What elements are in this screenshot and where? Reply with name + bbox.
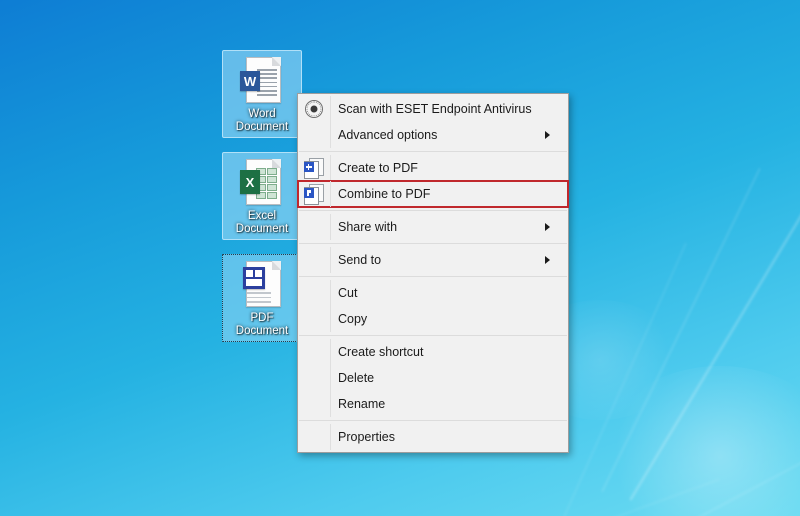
- menu-group: Cut Copy: [298, 280, 568, 332]
- wallpaper-light-streak: [662, 422, 800, 516]
- menu-item-label: Combine to PDF: [338, 187, 431, 201]
- menu-gutter-line: [330, 391, 331, 417]
- menu-item-advanced-options[interactable]: Advanced options: [298, 122, 568, 148]
- desktop-icon-label: Excel Document: [236, 210, 288, 236]
- eset-shield-icon: [298, 96, 329, 122]
- menu-item-label: Advanced options: [338, 128, 438, 142]
- menu-item-icon-slot: [298, 365, 329, 391]
- desktop-icon-label: Word Document: [236, 108, 288, 134]
- icon-label-line2: Document: [235, 325, 289, 337]
- menu-item-icon-slot: [298, 306, 329, 332]
- menu-item-share-with[interactable]: Share with: [298, 214, 568, 240]
- create-pdf-icon: [298, 155, 329, 181]
- icon-label-line2: Document: [235, 121, 289, 133]
- desktop-icon-pdf-document[interactable]: PDF Document: [222, 254, 302, 342]
- menu-item-scan-with-eset[interactable]: Scan with ESET Endpoint Antivirus: [298, 96, 568, 122]
- menu-gutter-line: [330, 280, 331, 306]
- menu-item-label: Rename: [338, 397, 386, 411]
- menu-item-create-to-pdf[interactable]: Create to PDF: [298, 155, 568, 181]
- menu-item-label: Copy: [338, 312, 368, 326]
- submenu-arrow-icon: [545, 223, 550, 231]
- pdf-document-icon: [239, 259, 285, 309]
- menu-group: Share with: [298, 214, 568, 240]
- menu-group: Create shortcut Delete Rename: [298, 339, 568, 417]
- menu-gutter-line: [330, 96, 331, 122]
- menu-group: Send to: [298, 247, 568, 273]
- menu-item-icon-slot: [298, 122, 329, 148]
- menu-item-delete[interactable]: Delete: [298, 365, 568, 391]
- menu-item-copy[interactable]: Copy: [298, 306, 568, 332]
- menu-separator: [299, 243, 567, 244]
- desktop-icon-word-document[interactable]: W Word Document: [222, 50, 302, 138]
- menu-item-label: Create to PDF: [338, 161, 418, 175]
- desktop-icon-label: PDF Document: [236, 312, 288, 338]
- menu-item-label: Delete: [338, 371, 375, 385]
- pdf-logo-badge: [243, 267, 265, 289]
- icon-label-line1: PDF: [250, 312, 274, 324]
- menu-item-icon-slot: [298, 391, 329, 417]
- menu-item-combine-to-pdf[interactable]: Combine to PDF: [297, 180, 569, 208]
- context-menu[interactable]: Scan with ESET Endpoint Antivirus Advanc…: [297, 93, 569, 453]
- menu-gutter-line: [330, 424, 331, 450]
- desktop-icon-column: W Word Document X Excel Document PDF Doc…: [222, 50, 306, 356]
- menu-group: Properties: [298, 424, 568, 450]
- menu-item-icon-slot: [298, 247, 329, 273]
- menu-gutter-line: [330, 306, 331, 332]
- menu-gutter-line: [330, 155, 331, 181]
- wallpaper-light-streak: [629, 139, 800, 501]
- menu-item-label: Scan with ESET Endpoint Antivirus: [338, 102, 532, 116]
- menu-item-label: Send to: [338, 253, 382, 267]
- menu-separator: [299, 335, 567, 336]
- menu-item-label: Cut: [338, 286, 358, 300]
- menu-gutter-line: [330, 339, 331, 365]
- wallpaper-light-streak: [601, 167, 761, 493]
- word-document-icon: W: [239, 55, 285, 105]
- menu-item-icon-slot: [298, 214, 329, 240]
- menu-gutter-line: [330, 181, 331, 207]
- menu-item-icon-slot: [298, 424, 329, 450]
- submenu-arrow-icon: [545, 256, 550, 264]
- combine-pdf-icon: [298, 181, 329, 207]
- wallpaper-light-streak: [578, 478, 720, 516]
- desktop-icon-excel-document[interactable]: X Excel Document: [222, 152, 302, 240]
- menu-item-label: Share with: [338, 220, 398, 234]
- menu-item-label: Create shortcut: [338, 345, 424, 359]
- menu-item-properties[interactable]: Properties: [298, 424, 568, 450]
- menu-group: Scan with ESET Endpoint Antivirus Advanc…: [298, 96, 568, 148]
- menu-gutter-line: [330, 247, 331, 273]
- word-logo-badge: W: [240, 71, 260, 91]
- menu-gutter-line: [330, 365, 331, 391]
- excel-logo-badge: X: [240, 170, 260, 194]
- excel-document-icon: X: [239, 157, 285, 207]
- icon-label-line1: Word: [248, 108, 276, 120]
- menu-item-rename[interactable]: Rename: [298, 391, 568, 417]
- menu-separator: [299, 210, 567, 211]
- wallpaper-light-streak: [562, 242, 686, 516]
- icon-label-line1: Excel: [247, 210, 277, 222]
- menu-separator: [299, 151, 567, 152]
- menu-item-send-to[interactable]: Send to: [298, 247, 568, 273]
- menu-separator: [299, 420, 567, 421]
- menu-separator: [299, 276, 567, 277]
- menu-group: Create to PDF Combine to PDF: [297, 155, 569, 208]
- menu-item-icon-slot: [298, 339, 329, 365]
- menu-item-label: Properties: [338, 430, 395, 444]
- wallpaper-glow: [600, 366, 800, 516]
- menu-item-icon-slot: [298, 280, 329, 306]
- menu-gutter-line: [330, 214, 331, 240]
- icon-label-line2: Document: [235, 223, 289, 235]
- menu-item-create-shortcut[interactable]: Create shortcut: [298, 339, 568, 365]
- menu-item-cut[interactable]: Cut: [298, 280, 568, 306]
- menu-gutter-line: [330, 122, 331, 148]
- submenu-arrow-icon: [545, 131, 550, 139]
- pdf-page-lines: [247, 292, 271, 306]
